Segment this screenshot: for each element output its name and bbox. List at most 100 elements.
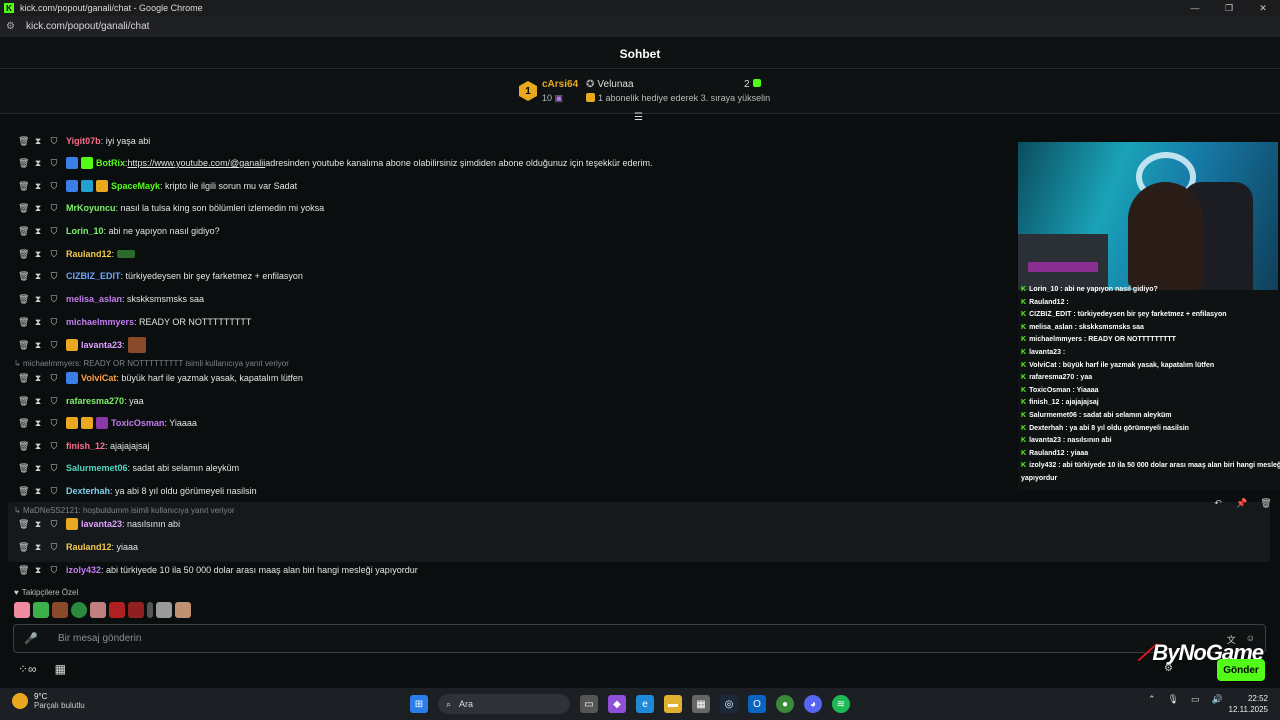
collapse-pinned-icon[interactable]: ☰ xyxy=(634,112,643,123)
emote-hand[interactable] xyxy=(175,602,191,618)
ban-icon[interactable]: ⛉ xyxy=(50,373,58,384)
delete-icon[interactable]: 🗑 xyxy=(18,136,29,147)
delete-icon[interactable]: 🗑 xyxy=(18,203,29,214)
settings-icon[interactable]: ⚙ xyxy=(1164,663,1173,674)
timeout-icon[interactable]: ⧗ xyxy=(34,486,42,497)
delete-icon[interactable]: 🗑 xyxy=(18,271,29,282)
timeout-icon[interactable]: ⧗ xyxy=(34,565,42,576)
timeout-icon[interactable]: ⧗ xyxy=(34,317,42,328)
chat-username[interactable]: CIZBIZ_EDIT xyxy=(66,271,121,281)
delete-icon[interactable]: 🗑 xyxy=(18,486,29,497)
ban-icon[interactable]: ⛉ xyxy=(50,317,58,328)
timeout-icon[interactable]: ⧗ xyxy=(34,181,42,192)
ban-icon[interactable]: ⛉ xyxy=(50,158,58,169)
chat-message[interactable]: 🗑 ⧗ ⛉ VolviCat: büyük harf ile yazmak yasak… xyxy=(0,368,303,388)
gift-user[interactable]: ✪ Velunaa xyxy=(586,79,634,90)
delete-icon[interactable]: 🗑 xyxy=(18,565,29,576)
ban-icon[interactable]: ⛉ xyxy=(50,542,58,553)
timeout-icon[interactable]: ⧗ xyxy=(34,294,42,305)
chat-message[interactable]: 🗑 ⧗ ⛉ rafaresma270: yaa xyxy=(0,391,144,411)
emote-cat[interactable] xyxy=(156,602,172,618)
chat-message[interactable]: 🗑 ⧗ ⛉ lavanta23: nasılsının abi xyxy=(0,514,180,534)
chat-username[interactable]: michaelmmyers xyxy=(66,317,134,327)
delete-icon[interactable]: 🗑 xyxy=(18,542,29,553)
message-input[interactable] xyxy=(58,633,1158,644)
edge-icon[interactable]: e xyxy=(636,695,654,713)
chat-message[interactable]: 🗑 ⧗ ⛉ ToxicOsman: Yiaaaa xyxy=(0,413,197,433)
timeout-icon[interactable]: ⧗ xyxy=(34,418,42,429)
chat-username[interactable]: lavanta23 xyxy=(81,519,122,529)
delete-icon[interactable]: 🗑 xyxy=(18,294,29,305)
spotify-icon[interactable]: ≋ xyxy=(832,695,850,713)
delete-icon[interactable]: 🗑 xyxy=(18,340,29,351)
delete-icon[interactable]: 🗑 xyxy=(18,373,29,384)
ban-icon[interactable]: ⛉ xyxy=(50,418,58,429)
delete-icon[interactable]: 🗑 xyxy=(18,181,29,192)
chat-username[interactable]: Salurmemet06 xyxy=(66,463,128,473)
timeout-icon[interactable]: ⧗ xyxy=(34,396,42,407)
timeout-icon[interactable]: ⧗ xyxy=(34,226,42,237)
ban-icon[interactable]: ⛉ xyxy=(50,203,58,214)
minimize-icon[interactable]: — xyxy=(1178,0,1212,16)
chrome-icon[interactable]: ● xyxy=(776,695,794,713)
delete-icon[interactable]: 🗑 xyxy=(18,396,29,407)
ban-icon[interactable]: ⛉ xyxy=(50,565,58,576)
task-view-icon[interactable]: ▭ xyxy=(580,695,598,713)
chevron-up-icon[interactable]: ⌃ xyxy=(1148,694,1156,705)
outlook-icon[interactable]: O xyxy=(748,695,766,713)
chat-username[interactable]: Rauland12 xyxy=(66,249,112,259)
chat-message[interactable]: 🗑 ⧗ ⛉ finish_12: ajajajajsaj xyxy=(0,436,150,456)
chat-username[interactable]: SpaceMayk xyxy=(111,181,160,191)
ban-icon[interactable]: ⛉ xyxy=(50,249,58,260)
ban-icon[interactable]: ⛉ xyxy=(50,486,58,497)
ban-icon[interactable]: ⛉ xyxy=(50,294,58,305)
chat-username[interactable]: izoly432 xyxy=(66,565,101,575)
timeout-icon[interactable]: ⧗ xyxy=(34,340,42,351)
reply-icon[interactable]: ↶ xyxy=(1210,495,1226,511)
delete-icon[interactable]: 🗑 xyxy=(18,463,29,474)
timeout-icon[interactable]: ⧗ xyxy=(34,158,42,169)
url-text[interactable]: kick.com/popout/ganali/chat xyxy=(26,21,149,32)
chat-link[interactable]: https://www.youtube.com/@ganalii xyxy=(128,158,266,168)
copilot-icon[interactable]: ◆ xyxy=(608,695,626,713)
chat-message[interactable]: 🗑 ⧗ ⛉ Rauland12: yiaaa xyxy=(0,537,138,557)
chat-message[interactable]: 🗑 ⧗ ⛉ Lorin_10: abi ne yapıyon nasıl gidiyo… xyxy=(0,221,220,241)
timeout-icon[interactable]: ⧗ xyxy=(34,463,42,474)
ban-icon[interactable]: ⛉ xyxy=(50,271,58,282)
emote-pink[interactable] xyxy=(90,602,106,618)
ban-icon[interactable]: ⛉ xyxy=(50,226,58,237)
chat-username[interactable]: MrKoyuncu xyxy=(66,203,116,213)
delete-icon[interactable]: 🗑 xyxy=(1258,495,1274,511)
store-app-icon[interactable]: ▦ xyxy=(692,695,710,713)
chat-message[interactable]: 🗑 ⧗ ⛉ melisa_aslan: skskksmsmsks saa xyxy=(0,289,204,309)
start-icon[interactable]: ⊞ xyxy=(410,695,428,713)
chat-message[interactable]: 🗑 ⧗ ⛉ BotRix: https://www.youtube.com/@gana… xyxy=(0,153,652,173)
chat-username[interactable]: rafaresma270 xyxy=(66,396,124,406)
site-settings-icon[interactable]: ⚙ xyxy=(6,21,18,32)
chat-message[interactable]: 🗑 ⧗ ⛉ SpaceMayk: kripto ile ilgili sorun mu… xyxy=(0,176,297,196)
ban-icon[interactable]: ⛉ xyxy=(50,396,58,407)
restore-icon[interactable]: ❐ xyxy=(1212,0,1246,16)
chat-username[interactable]: Dexterhah xyxy=(66,486,110,496)
emote-face[interactable] xyxy=(52,602,68,618)
volume-icon[interactable]: 🔊 xyxy=(1212,694,1223,705)
mic-tray-icon[interactable]: 🎙 xyxy=(1168,694,1179,705)
steam-icon[interactable]: ◎ xyxy=(720,695,738,713)
delete-icon[interactable]: 🗑 xyxy=(18,317,29,328)
chat-username[interactable]: finish_12 xyxy=(66,441,105,451)
top-gifter-name[interactable]: cArsi64 xyxy=(542,79,578,90)
ban-icon[interactable]: ⛉ xyxy=(50,463,58,474)
delete-icon[interactable]: 🗑 xyxy=(18,418,29,429)
emote-spotify[interactable] xyxy=(71,602,87,618)
delete-icon[interactable]: 🗑 xyxy=(18,441,29,452)
timeout-icon[interactable]: ⧗ xyxy=(34,542,42,553)
pin-icon[interactable]: 📌 xyxy=(1234,495,1250,511)
timeout-icon[interactable]: ⧗ xyxy=(34,203,42,214)
chat-username[interactable]: Rauland12 xyxy=(66,542,112,552)
delete-icon[interactable]: 🗑 xyxy=(18,519,29,530)
emote-heart[interactable] xyxy=(14,602,30,618)
ban-icon[interactable]: ⛉ xyxy=(50,441,58,452)
weather-widget[interactable]: 9°C Parçalı bulutlu xyxy=(12,692,85,710)
chat-username[interactable]: BotRix xyxy=(96,158,125,168)
chat-message[interactable]: 🗑 ⧗ ⛉ michaelmmyers: READY OR NOTTTTTTTTT xyxy=(0,312,251,332)
